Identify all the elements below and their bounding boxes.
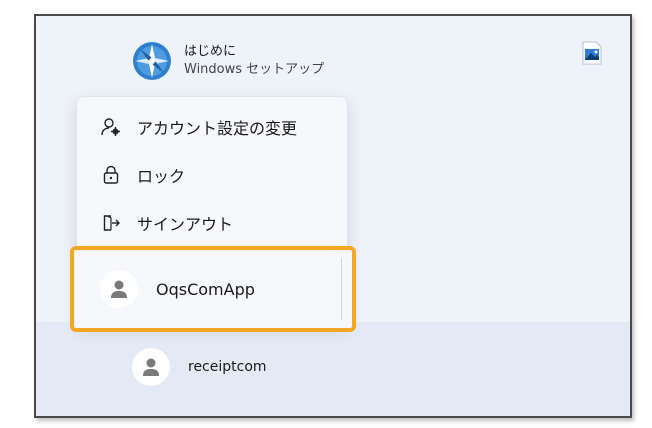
menu-item-lock[interactable]: ロック	[77, 153, 347, 197]
other-user-name: receiptcom	[188, 359, 267, 375]
image-file-icon[interactable]	[582, 41, 602, 65]
app-entry-getting-started[interactable]: はじめに Windows セットアップ	[132, 36, 324, 86]
current-user-entry[interactable]: OqsComApp	[70, 246, 356, 332]
menu-item-label: ロック	[137, 167, 186, 186]
person-avatar-icon	[132, 348, 170, 386]
menu-item-sign-out[interactable]: サインアウト	[77, 201, 347, 245]
other-user-entry[interactable]: receiptcom	[132, 348, 267, 386]
menu-item-change-account-settings[interactable]: アカウント設定の変更	[77, 105, 347, 149]
windows-setup-compass-icon	[133, 42, 171, 80]
divider	[341, 258, 342, 320]
account-settings-icon	[101, 117, 121, 137]
current-user-name: OqsComApp	[156, 279, 255, 299]
sign-out-icon	[101, 213, 121, 233]
lock-icon	[101, 165, 121, 185]
user-footer-band	[36, 322, 630, 416]
app-title: はじめに	[184, 44, 237, 59]
app-subtitle: Windows セットアップ	[184, 62, 325, 77]
person-avatar-icon	[100, 270, 138, 308]
menu-item-label: サインアウト	[137, 215, 234, 234]
start-menu-window: はじめに Windows セットアップ アカウント設定の変更 ロック サインアウ…	[34, 14, 632, 418]
menu-item-label: アカウント設定の変更	[137, 119, 298, 138]
